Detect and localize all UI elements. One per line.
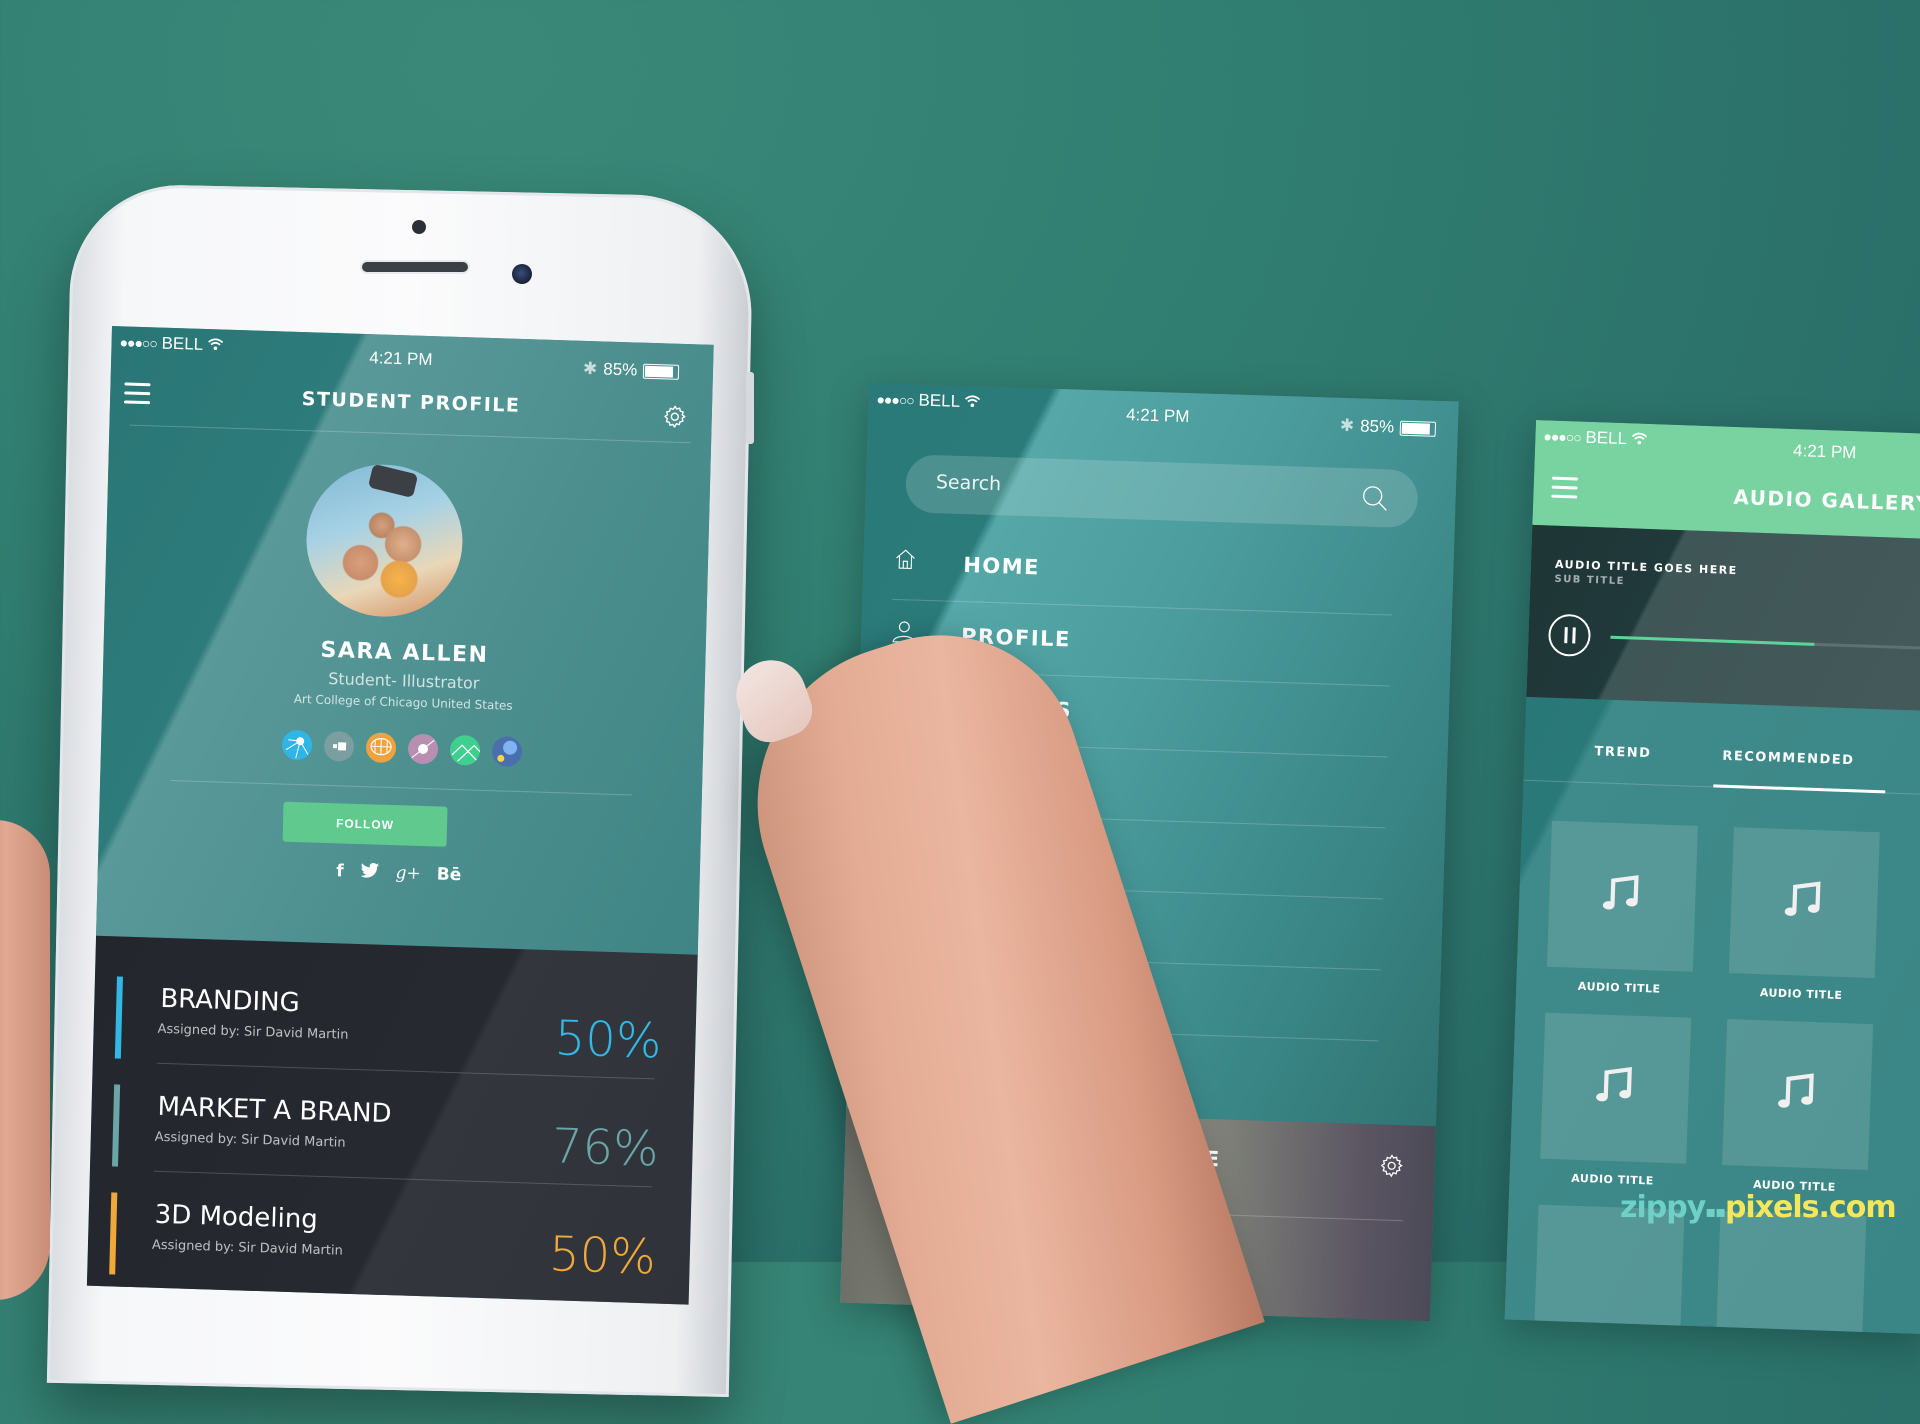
teacher-settings-button[interactable] bbox=[1378, 1152, 1405, 1183]
watermark-part2: pixels.com bbox=[1724, 1190, 1897, 1225]
task-title: 3D Modeling bbox=[154, 1199, 319, 1235]
audio-tile-label: AUDIO TITLE bbox=[1571, 1171, 1655, 1188]
status-bar-left: ●●●○○ BELL bbox=[1543, 426, 1647, 450]
bluetooth-icon: ✱ bbox=[582, 358, 598, 379]
side-button bbox=[746, 372, 754, 444]
task-color-bar bbox=[114, 976, 123, 1059]
battery-icon bbox=[643, 363, 680, 380]
audio-tile[interactable] bbox=[1546, 820, 1698, 972]
wifi-icon bbox=[1631, 429, 1648, 449]
tab-recommended[interactable]: RECOMMENDED bbox=[1722, 749, 1855, 769]
status-bar-right: ✱ 85% bbox=[1340, 416, 1437, 439]
progress-track[interactable] bbox=[1610, 635, 1920, 651]
task-color-bar bbox=[109, 1192, 118, 1275]
skill-badge-6[interactable] bbox=[491, 736, 523, 768]
watermark-part1: zippy bbox=[1620, 1190, 1706, 1225]
pause-button[interactable] bbox=[1547, 613, 1592, 658]
skill-badge-4[interactable] bbox=[407, 733, 439, 765]
music-note-icon bbox=[1602, 875, 1639, 910]
task-assigned-by: Assigned by: Sir David Martin bbox=[157, 1021, 349, 1043]
search-icon[interactable] bbox=[1359, 482, 1390, 517]
gear-icon bbox=[1380, 1154, 1403, 1178]
carrier-label: BELL bbox=[918, 390, 960, 411]
menu-item-label: HOME bbox=[962, 553, 1041, 580]
wifi-icon bbox=[207, 335, 223, 354]
behance-icon[interactable]: Bē bbox=[436, 864, 462, 887]
status-time: 4:21 PM bbox=[1792, 440, 1857, 463]
music-note-icon bbox=[1778, 1073, 1814, 1108]
pause-icon bbox=[1563, 627, 1576, 644]
active-tab-indicator bbox=[1713, 784, 1886, 794]
task-color-bar bbox=[112, 1084, 121, 1167]
follow-button[interactable]: FOLLOW bbox=[282, 801, 448, 847]
facebook-icon[interactable]: f bbox=[336, 861, 344, 883]
skill-badge-2[interactable] bbox=[323, 730, 355, 762]
music-note-icon bbox=[1596, 1067, 1632, 1102]
skill-badge-3[interactable] bbox=[365, 732, 397, 764]
status-bar-left: ●●●○○ BELL bbox=[876, 389, 980, 412]
now-playing-panel: AUDIO TITLE GOES HERE SUB TITLE bbox=[1526, 524, 1920, 712]
proximity-sensor bbox=[412, 220, 426, 234]
tab-trend[interactable]: TREND bbox=[1594, 744, 1651, 761]
status-time: 4:21 PM bbox=[369, 348, 433, 370]
task-assigned-by: Assigned by: Sir David Martin bbox=[151, 1237, 343, 1259]
battery-percent: 85% bbox=[1359, 416, 1395, 437]
status-bar-left: ●●●○○ BELL bbox=[119, 332, 223, 355]
skill-badge-5[interactable] bbox=[449, 734, 481, 766]
signal-dots: ●●●○○ bbox=[1543, 428, 1581, 446]
watermark: zippy▪▪pixels.com bbox=[1620, 1190, 1897, 1225]
home-icon bbox=[893, 547, 924, 578]
audio-tile[interactable] bbox=[1540, 1012, 1692, 1164]
audio-tile[interactable] bbox=[1715, 1210, 1867, 1335]
menu-button[interactable] bbox=[1551, 476, 1579, 505]
skill-badge-1[interactable] bbox=[281, 729, 313, 761]
audio-tile[interactable] bbox=[1728, 827, 1880, 979]
task-title: MARKET A BRAND bbox=[157, 1091, 392, 1130]
audio-tile-label: AUDIO TITLE bbox=[1577, 979, 1661, 996]
twitter-icon[interactable] bbox=[359, 862, 380, 885]
task-row[interactable]: MARKET A BRAND Assigned by: Sir David Ma… bbox=[90, 1062, 695, 1189]
progress-fill bbox=[1610, 635, 1815, 646]
battery-icon bbox=[1399, 420, 1437, 437]
search-placeholder: Search bbox=[935, 471, 1002, 496]
signal-dots: ●●●○○ bbox=[119, 334, 158, 352]
status-time: 4:21 PM bbox=[1125, 405, 1190, 427]
task-row[interactable]: 3D Modeling Assigned by: Sir David Marti… bbox=[87, 1170, 692, 1297]
music-note-icon bbox=[1784, 881, 1821, 916]
task-percent: 50% bbox=[548, 1226, 657, 1286]
carrier-label: BELL bbox=[161, 333, 203, 354]
battery-percent: 85% bbox=[603, 359, 638, 380]
settings-button[interactable] bbox=[661, 403, 688, 434]
audio-tile[interactable] bbox=[1722, 1019, 1874, 1171]
front-camera bbox=[512, 264, 532, 284]
task-percent: 50% bbox=[554, 1010, 663, 1070]
audio-tile-label: AUDIO TITLE bbox=[1759, 986, 1843, 1003]
task-assigned-by: Assigned by: Sir David Martin bbox=[154, 1129, 346, 1151]
gear-icon bbox=[664, 405, 686, 428]
task-row[interactable]: BRANDING Assigned by: Sir David Martin 5… bbox=[93, 954, 698, 1081]
google-plus-icon[interactable]: g+ bbox=[395, 863, 421, 886]
student-profile-screen: ●●●○○ BELL 4:21 PM ✱ 85% STUDENT PROFILE… bbox=[86, 326, 714, 1305]
carrier-label: BELL bbox=[1585, 427, 1627, 449]
task-percent: 76% bbox=[551, 1118, 660, 1178]
wifi-icon bbox=[964, 392, 981, 411]
now-playing-subtitle: SUB TITLE bbox=[1554, 573, 1626, 588]
earpiece-speaker bbox=[362, 262, 468, 272]
search-input[interactable]: Search bbox=[904, 454, 1419, 529]
task-title: BRANDING bbox=[160, 983, 301, 1019]
status-bar-right: ✱ 85% bbox=[583, 359, 680, 382]
hand-fingers bbox=[0, 820, 50, 1300]
signal-dots: ●●●○○ bbox=[876, 391, 915, 409]
bluetooth-icon: ✱ bbox=[1339, 415, 1355, 436]
